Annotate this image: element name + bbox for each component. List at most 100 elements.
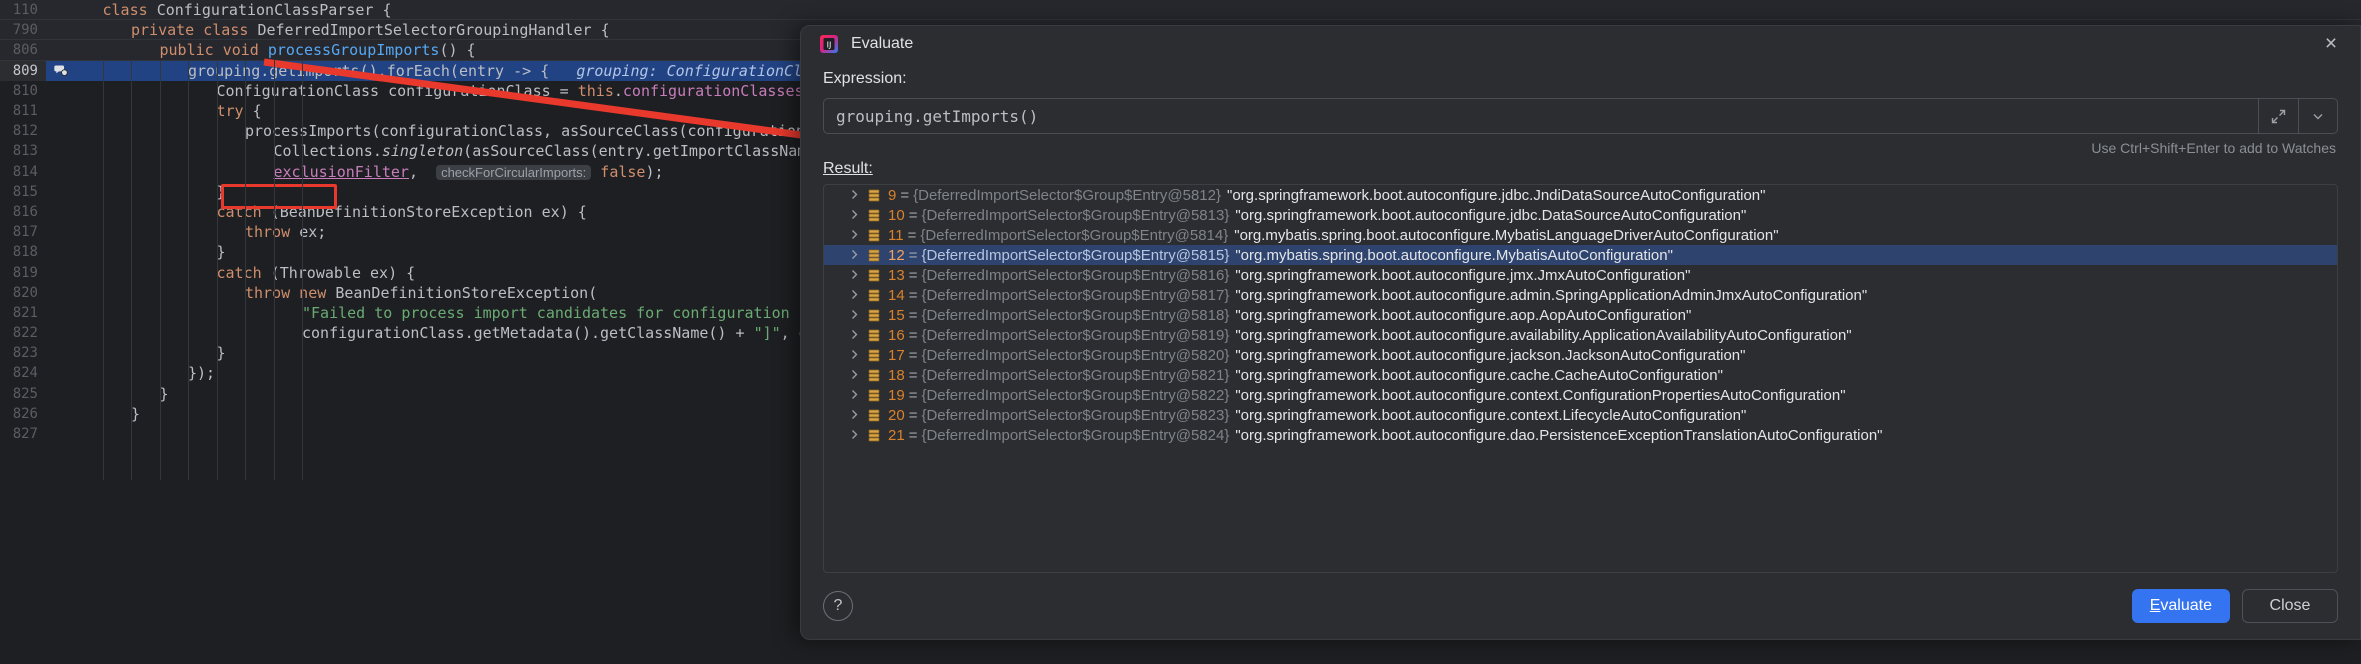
breakpoint-marker-icon[interactable] xyxy=(46,61,74,81)
array-element-icon xyxy=(868,209,888,222)
line-number: 811 xyxy=(12,103,38,120)
result-reference: {DeferredImportSelector$Group$Entry@5821… xyxy=(921,366,1230,384)
chevron-right-icon[interactable] xyxy=(850,308,868,323)
chevron-right-icon[interactable] xyxy=(850,248,868,263)
chevron-down-icon[interactable] xyxy=(2298,98,2338,134)
result-row[interactable]: 21 = {DeferredImportSelector$Group$Entry@5… xyxy=(824,425,2337,445)
result-equals: = xyxy=(908,406,918,424)
result-reference: {DeferredImportSelector$Group$Entry@5815… xyxy=(921,246,1230,264)
result-value: "org.mybatis.spring.boot.autoconfigure.M… xyxy=(1234,226,1779,244)
gutter-icon-slot xyxy=(46,202,74,222)
result-index: 17 xyxy=(888,346,905,364)
dialog-title: Evaluate xyxy=(851,35,914,52)
gutter-icon-slot xyxy=(46,404,74,424)
result-index: 10 xyxy=(888,206,905,224)
dialog-body: Expression: grouping.getImports() Use Ct… xyxy=(801,62,2360,573)
gutter-icon-slot xyxy=(46,162,74,182)
gutter-icon-slot xyxy=(46,101,74,121)
result-value: "org.springframework.boot.autoconfigure.… xyxy=(1235,406,1747,424)
dialog-footer: ? Evaluate Close xyxy=(801,573,2360,639)
result-row[interactable]: 15 = {DeferredImportSelector$Group$Entry@5… xyxy=(824,305,2337,325)
line-number: 816 xyxy=(12,203,38,220)
result-row[interactable]: 18 = {DeferredImportSelector$Group$Entry@5… xyxy=(824,365,2337,385)
close-button[interactable]: Close xyxy=(2242,589,2338,623)
result-index: 18 xyxy=(888,366,905,384)
chevron-right-icon[interactable] xyxy=(850,208,868,223)
chevron-right-icon[interactable] xyxy=(850,408,868,423)
chevron-right-icon[interactable] xyxy=(850,228,868,243)
line-number: 826 xyxy=(12,405,38,422)
result-index: 16 xyxy=(888,326,905,344)
result-equals: = xyxy=(908,286,918,304)
gutter-icon-slot xyxy=(46,20,74,40)
gutter-icon-slot xyxy=(46,424,74,444)
result-index: 9 xyxy=(888,186,897,204)
gutter-icon-slot xyxy=(46,343,74,363)
result-label-text: Result: xyxy=(823,160,873,177)
gutter-icon-slot xyxy=(46,141,74,161)
array-element-icon xyxy=(868,329,888,342)
evaluate-dialog[interactable]: IJ Evaluate × Expression: grouping.getIm… xyxy=(800,25,2361,640)
evaluate-button[interactable]: Evaluate xyxy=(2131,589,2230,623)
array-element-icon xyxy=(868,189,888,202)
gutter-icon-slot xyxy=(46,222,74,242)
result-list[interactable]: 9 = {DeferredImportSelector$Group$Entry@58… xyxy=(823,184,2338,573)
result-value: "org.springframework.boot.autoconfigure.… xyxy=(1235,386,1846,404)
gutter-icon-slot xyxy=(46,323,74,343)
gutter-icon-slot xyxy=(46,121,74,141)
line-number: 810 xyxy=(12,82,38,99)
chevron-right-icon[interactable] xyxy=(850,348,868,363)
result-index: 11 xyxy=(888,226,904,244)
gutter-icon-slot xyxy=(46,182,74,202)
expression-input[interactable]: grouping.getImports() xyxy=(823,98,2258,134)
code-line[interactable]: 110 class ConfigurationClassParser { xyxy=(0,0,2361,21)
chevron-right-icon[interactable] xyxy=(850,188,868,203)
result-index: 14 xyxy=(888,286,905,304)
gutter-icon-slot xyxy=(46,262,74,282)
result-value: "org.springframework.boot.autoconfigure.… xyxy=(1235,206,1747,224)
line-number: 806 xyxy=(12,42,38,59)
result-row[interactable]: 11 = {DeferredImportSelector$Group$Entry@5… xyxy=(824,225,2337,245)
chevron-right-icon[interactable] xyxy=(850,388,868,403)
result-index: 12 xyxy=(888,246,905,264)
result-value: "org.mybatis.spring.boot.autoconfigure.M… xyxy=(1235,246,1673,264)
result-value: "org.springframework.boot.autoconfigure.… xyxy=(1235,366,1723,384)
gutter-icon-slot xyxy=(46,40,74,60)
close-icon[interactable]: × xyxy=(2320,33,2342,55)
result-equals: = xyxy=(908,426,918,444)
chevron-right-icon[interactable] xyxy=(850,268,868,283)
result-index: 13 xyxy=(888,266,905,284)
result-row[interactable]: 16 = {DeferredImportSelector$Group$Entry@5… xyxy=(824,325,2337,345)
result-reference: {DeferredImportSelector$Group$Entry@5820… xyxy=(921,346,1230,364)
array-element-icon xyxy=(868,369,888,382)
chevron-right-icon[interactable] xyxy=(850,288,868,303)
result-row[interactable]: 19 = {DeferredImportSelector$Group$Entry@5… xyxy=(824,385,2337,405)
result-reference: {DeferredImportSelector$Group$Entry@5813… xyxy=(921,206,1230,224)
result-row[interactable]: 17 = {DeferredImportSelector$Group$Entry@5… xyxy=(824,345,2337,365)
line-number: 824 xyxy=(12,365,38,382)
result-equals: = xyxy=(907,226,917,244)
result-row[interactable]: 13 = {DeferredImportSelector$Group$Entry@5… xyxy=(824,265,2337,285)
result-row[interactable]: 12 = {DeferredImportSelector$Group$Entry@5… xyxy=(824,245,2337,265)
gutter-icon-slot xyxy=(46,283,74,303)
result-row[interactable]: 14 = {DeferredImportSelector$Group$Entry@5… xyxy=(824,285,2337,305)
result-row[interactable]: 9 = {DeferredImportSelector$Group$Entry@58… xyxy=(824,185,2337,205)
expression-row: grouping.getImports() xyxy=(823,98,2338,134)
line-number: 809 xyxy=(0,60,46,81)
help-icon[interactable]: ? xyxy=(823,591,853,621)
result-index: 19 xyxy=(888,386,905,404)
result-row[interactable]: 20 = {DeferredImportSelector$Group$Entry@5… xyxy=(824,405,2337,425)
result-index: 20 xyxy=(888,406,905,424)
array-element-icon xyxy=(868,429,888,442)
gutter-icon-slot xyxy=(46,242,74,262)
chevron-right-icon[interactable] xyxy=(850,328,868,343)
chevron-right-icon[interactable] xyxy=(850,368,868,383)
line-number: 825 xyxy=(12,385,38,402)
chevron-right-icon[interactable] xyxy=(850,428,868,443)
result-equals: = xyxy=(908,366,918,384)
result-row[interactable]: 10 = {DeferredImportSelector$Group$Entry@5… xyxy=(824,205,2337,225)
result-label: Result: xyxy=(823,160,2338,178)
expression-label: Expression: xyxy=(823,70,907,87)
result-value: "org.springframework.boot.autoconfigure.… xyxy=(1235,286,1868,304)
expand-icon[interactable] xyxy=(2258,98,2298,134)
